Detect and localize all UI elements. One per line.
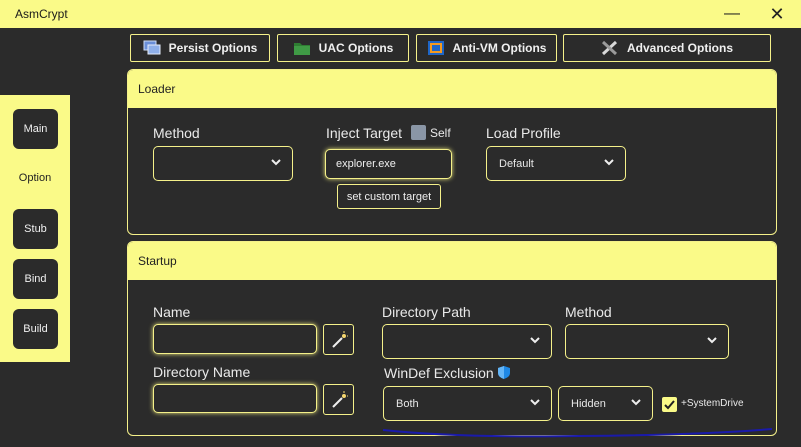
- dropdown-value: Hidden: [571, 397, 606, 410]
- magic-wand-icon: [331, 330, 348, 348]
- tab-anti-vm-options[interactable]: Anti-VM Options: [416, 34, 557, 62]
- close-button[interactable]: ✕: [767, 4, 787, 24]
- annotation-underline: [382, 428, 773, 438]
- checkmark-icon: [664, 400, 675, 410]
- loader-panel: Loader Method Inject Target Self explore…: [127, 69, 777, 235]
- window-title: AsmCrypt: [15, 7, 68, 21]
- method-label: Method: [153, 125, 200, 141]
- chevron-down-icon: [530, 337, 540, 344]
- dropdown-value: Both: [396, 397, 419, 410]
- directory-name-input[interactable]: [153, 384, 317, 413]
- windef-exclusion-dropdown[interactable]: Both: [383, 386, 552, 421]
- tab-persist-options[interactable]: Persist Options: [130, 34, 270, 62]
- set-custom-target-button[interactable]: set custom target: [337, 184, 441, 209]
- inject-target-input[interactable]: explorer.exe: [325, 149, 452, 179]
- generate-directory-button[interactable]: [323, 384, 354, 415]
- windef-exclusion-label: WinDef Exclusion: [384, 365, 494, 381]
- inject-target-label: Inject Target: [326, 125, 403, 141]
- vm-box-icon: [427, 40, 445, 56]
- magic-wand-icon: [331, 390, 348, 408]
- tab-label: Advanced Options: [626, 41, 733, 55]
- load-profile-dropdown[interactable]: Default: [486, 146, 626, 181]
- window-stack-icon: [143, 40, 161, 56]
- tools-icon: [601, 40, 619, 56]
- loader-method-dropdown[interactable]: [153, 146, 293, 181]
- sidebar-item-main[interactable]: Main: [13, 109, 58, 149]
- directory-name-label: Directory Name: [153, 364, 251, 380]
- directory-path-label: Directory Path: [382, 304, 471, 320]
- tab-uac-options[interactable]: UAC Options: [277, 34, 409, 62]
- chevron-down-icon: [631, 399, 641, 406]
- dropdown-value: Default: [499, 157, 534, 170]
- self-label: Self: [430, 126, 451, 140]
- sidebar-item-stub[interactable]: Stub: [13, 209, 58, 249]
- visibility-dropdown[interactable]: Hidden: [558, 386, 653, 421]
- sidebar-item-option[interactable]: Option: [0, 172, 70, 184]
- tab-label: Persist Options: [168, 41, 258, 55]
- tab-label: UAC Options: [318, 41, 394, 55]
- startup-method-label: Method: [565, 304, 612, 320]
- minimize-button[interactable]: —: [722, 4, 742, 24]
- startup-header: Startup: [128, 242, 776, 280]
- loader-header: Loader: [128, 70, 776, 108]
- sidebar-item-bind[interactable]: Bind: [13, 259, 58, 299]
- systemdrive-label: +SystemDrive: [681, 398, 744, 409]
- systemdrive-checkbox[interactable]: [662, 397, 677, 412]
- tab-advanced-options[interactable]: Advanced Options: [563, 34, 771, 62]
- tab-label: Anti-VM Options: [452, 41, 547, 55]
- generate-name-button[interactable]: [323, 324, 354, 355]
- defender-shield-icon: [498, 366, 510, 379]
- self-checkbox[interactable]: [411, 125, 426, 140]
- chevron-down-icon: [271, 159, 281, 166]
- name-label: Name: [153, 304, 191, 320]
- load-profile-label: Load Profile: [486, 125, 561, 141]
- title-bar: AsmCrypt — ✕: [0, 0, 801, 28]
- chevron-down-icon: [707, 337, 717, 344]
- chevron-down-icon: [604, 159, 614, 166]
- sidebar: Main Option Stub Bind Build: [0, 95, 70, 362]
- chevron-down-icon: [530, 399, 540, 406]
- startup-method-dropdown[interactable]: [565, 324, 729, 359]
- green-folder-icon: [293, 40, 311, 56]
- name-input[interactable]: [153, 324, 317, 354]
- directory-path-dropdown[interactable]: [382, 324, 552, 359]
- sidebar-item-build[interactable]: Build: [13, 309, 58, 349]
- startup-panel: Startup Name Directory Name Directory Pa…: [127, 241, 777, 436]
